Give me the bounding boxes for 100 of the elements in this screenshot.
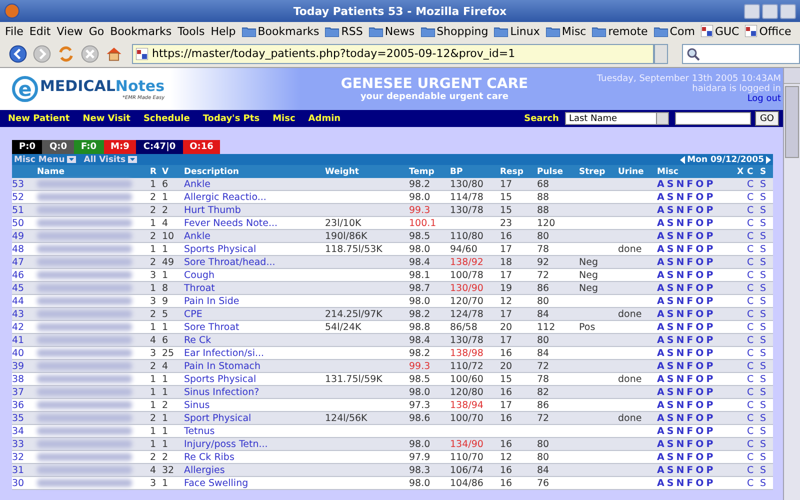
go-button[interactable]: GO xyxy=(754,111,779,126)
shortcut-letter-link[interactable]: N xyxy=(676,374,684,384)
shortcut-letter-link[interactable]: S xyxy=(666,438,674,450)
shortcut-letter-link[interactable]: P xyxy=(706,230,714,242)
shortcut-letter-link[interactable]: S xyxy=(666,360,674,372)
shortcut-letter-link[interactable]: S xyxy=(666,204,674,216)
shortcut-letter-link[interactable]: F xyxy=(686,334,694,346)
shortcut-letter-link[interactable]: P xyxy=(706,438,714,450)
shortcut-letter-link[interactable]: S xyxy=(666,296,674,306)
action-link[interactable]: S xyxy=(760,452,773,462)
shortcut-letter-link[interactable]: P xyxy=(706,282,714,294)
action-link[interactable]: C xyxy=(747,192,760,202)
shortcut-letter-link[interactable]: S xyxy=(666,348,674,358)
action-link[interactable]: S xyxy=(760,218,773,228)
shortcut-letter-link[interactable]: N xyxy=(676,218,684,228)
action-link[interactable]: C xyxy=(747,178,760,190)
shortcut-letter-link[interactable]: O xyxy=(696,478,704,488)
shortcut-letter-link[interactable]: F xyxy=(686,204,694,216)
action-link[interactable]: C xyxy=(747,400,760,410)
shortcut-letter-link[interactable]: A xyxy=(657,452,664,462)
shortcut-letter-link[interactable]: S xyxy=(666,192,674,202)
menu-item[interactable]: Help xyxy=(208,24,239,38)
shortcut-letter-link[interactable]: P xyxy=(706,270,714,280)
shortcut-letter-link[interactable]: P xyxy=(706,218,714,228)
visit-number[interactable]: 32 xyxy=(12,452,37,462)
action-link[interactable]: C xyxy=(747,218,760,228)
next-day-icon[interactable] xyxy=(766,156,771,164)
action-link[interactable]: C xyxy=(747,426,760,436)
description-link[interactable]: Cough xyxy=(184,270,325,280)
nav-link[interactable]: Admin xyxy=(308,114,341,124)
description-link[interactable]: Sinus xyxy=(184,400,325,410)
description-link[interactable]: Sore Throat/head... xyxy=(184,256,325,268)
shortcut-letter-link[interactable]: O xyxy=(696,452,704,462)
shortcut-letter-link[interactable]: N xyxy=(676,412,684,424)
shortcut-letter-link[interactable]: F xyxy=(686,478,694,488)
shortcut-letter-link[interactable]: O xyxy=(696,244,704,254)
shortcut-letter-link[interactable]: A xyxy=(657,412,664,424)
shortcut-letter-link[interactable]: P xyxy=(706,400,714,410)
shortcut-letter-link[interactable]: S xyxy=(666,452,674,462)
bookmark-item[interactable]: Shopping xyxy=(418,24,492,38)
menu-item[interactable]: View xyxy=(54,24,86,38)
description-link[interactable]: Hurt Thumb xyxy=(184,204,325,216)
shortcut-letter-link[interactable]: F xyxy=(686,218,694,228)
visit-number[interactable]: 33 xyxy=(12,438,37,450)
shortcut-letter-link[interactable]: N xyxy=(676,400,684,410)
shortcut-letter-link[interactable]: A xyxy=(657,296,664,306)
description-link[interactable]: Re Ck Ribs xyxy=(184,452,325,462)
shortcut-letter-link[interactable]: S xyxy=(666,322,674,332)
description-link[interactable]: Ankle xyxy=(184,230,325,242)
shortcut-letter-link[interactable]: O xyxy=(696,282,704,294)
visit-number[interactable]: 46 xyxy=(12,270,37,280)
visit-number[interactable]: 43 xyxy=(12,308,37,320)
action-link[interactable]: C xyxy=(747,334,760,346)
shortcut-letter-link[interactable]: A xyxy=(657,204,664,216)
maximize-button[interactable] xyxy=(762,4,778,19)
shortcut-letter-link[interactable]: O xyxy=(696,412,704,424)
shortcut-letter-link[interactable]: F xyxy=(686,374,694,384)
shortcut-letter-link[interactable]: F xyxy=(686,282,694,294)
shortcut-letter-link[interactable]: S xyxy=(666,256,674,268)
action-link[interactable]: C xyxy=(747,464,760,476)
shortcut-letter-link[interactable]: N xyxy=(676,308,684,320)
shortcut-letter-link[interactable]: A xyxy=(657,178,664,190)
description-link[interactable]: Ear Infection/si... xyxy=(184,348,325,358)
shortcut-letter-link[interactable]: O xyxy=(696,386,704,398)
shortcut-letter-link[interactable]: F xyxy=(686,386,694,398)
description-link[interactable]: Sports Physical xyxy=(184,244,325,254)
visit-number[interactable]: 52 xyxy=(12,192,37,202)
visit-number[interactable]: 39 xyxy=(12,360,37,372)
shortcut-letter-link[interactable]: O xyxy=(696,374,704,384)
action-link[interactable]: S xyxy=(760,412,773,424)
shortcut-letter-link[interactable]: A xyxy=(657,256,664,268)
shortcut-letter-link[interactable]: O xyxy=(696,192,704,202)
visit-number[interactable]: 31 xyxy=(12,464,37,476)
shortcut-letter-link[interactable]: P xyxy=(706,464,714,476)
dropdown-menu[interactable]: Misc Menu xyxy=(14,154,76,164)
description-link[interactable]: Allergies xyxy=(184,464,325,476)
action-link[interactable]: S xyxy=(760,282,773,294)
shortcut-letter-link[interactable]: N xyxy=(676,464,684,476)
shortcut-letter-link[interactable]: S xyxy=(666,426,674,436)
shortcut-letter-link[interactable]: O xyxy=(696,204,704,216)
shortcut-letter-link[interactable]: N xyxy=(676,256,684,268)
dropdown-menu[interactable]: All Visits xyxy=(84,154,137,164)
action-link[interactable]: C xyxy=(747,204,760,216)
shortcut-letter-link[interactable]: O xyxy=(696,400,704,410)
shortcut-letter-link[interactable]: A xyxy=(657,322,664,332)
shortcut-letter-link[interactable]: O xyxy=(696,334,704,346)
visit-number[interactable]: 35 xyxy=(12,412,37,424)
action-link[interactable]: C xyxy=(747,438,760,450)
shortcut-letter-link[interactable]: A xyxy=(657,282,664,294)
shortcut-letter-link[interactable]: A xyxy=(657,464,664,476)
action-link[interactable]: C xyxy=(747,282,760,294)
shortcut-letter-link[interactable]: N xyxy=(676,244,684,254)
shortcut-letter-link[interactable]: F xyxy=(686,178,694,190)
shortcut-letter-link[interactable]: N xyxy=(676,192,684,202)
shortcut-letter-link[interactable]: S xyxy=(666,334,674,346)
description-link[interactable]: CPE xyxy=(184,308,325,320)
visit-number[interactable]: 34 xyxy=(12,426,37,436)
shortcut-letter-link[interactable]: P xyxy=(706,256,714,268)
shortcut-letter-link[interactable]: O xyxy=(696,360,704,372)
description-link[interactable]: Throat xyxy=(184,282,325,294)
